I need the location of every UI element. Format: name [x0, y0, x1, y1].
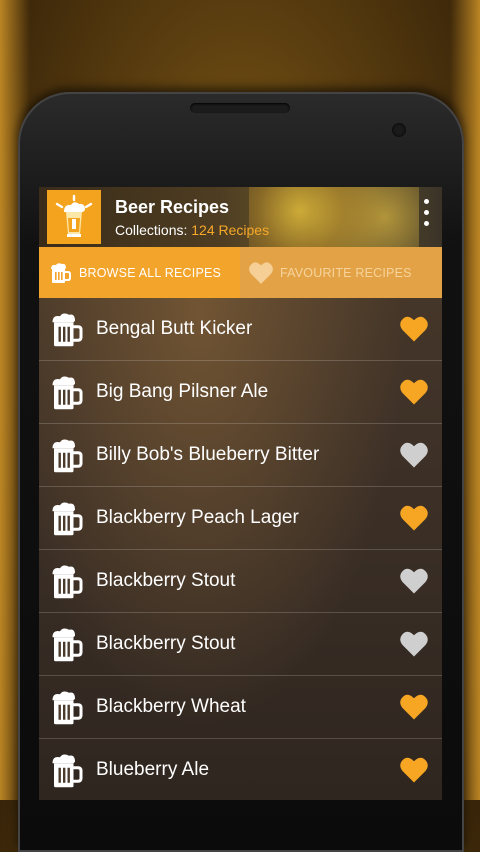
recipe-row[interactable]: Big Bang Pilsner Ale	[39, 361, 442, 424]
tab-browse-label: BROWSE ALL RECIPES	[79, 265, 222, 280]
recipe-name: Blackberry Peach Lager	[96, 507, 299, 528]
heart-outline-icon[interactable]	[396, 626, 432, 662]
beer-mug-icon	[46, 750, 86, 790]
recipe-count: 124 Recipes	[191, 222, 270, 238]
beer-mug-icon	[47, 260, 73, 286]
heart-outline-icon[interactable]	[396, 437, 432, 473]
recipe-name: Bengal Butt Kicker	[96, 318, 253, 339]
recipe-row[interactable]: Billy Bob's Blueberry Bitter	[39, 424, 442, 487]
tab-favourites[interactable]: FAVOURITE RECIPES	[240, 247, 442, 298]
recipe-name: Blackberry Stout	[96, 570, 236, 591]
recipe-list: Bengal Butt Kicker Big Bang Pilsner Ale	[39, 298, 442, 800]
app-subtitle: Collections: 124 Recipes	[115, 222, 269, 238]
beer-mug-icon	[46, 372, 86, 412]
recipe-name: Blackberry Stout	[96, 633, 236, 654]
heart-icon	[248, 260, 274, 286]
heart-filled-icon[interactable]	[396, 374, 432, 410]
recipe-row[interactable]: Blackberry Wheat	[39, 676, 442, 739]
more-vert-icon[interactable]	[421, 199, 431, 235]
app-title: Beer Recipes	[115, 197, 230, 217]
recipe-row[interactable]: Blueberry Ale	[39, 739, 442, 800]
tab-favourites-label: FAVOURITE RECIPES	[280, 265, 412, 280]
heart-filled-icon[interactable]	[396, 689, 432, 725]
phone-speaker	[190, 103, 290, 113]
beer-mug-icon	[46, 498, 86, 538]
recipe-name: Blackberry Wheat	[96, 696, 246, 717]
app-screen: Beer Recipes Collections: 124 Recipes BR…	[39, 187, 442, 800]
tab-bar: BROWSE ALL RECIPES FAVOURITE RECIPES	[39, 247, 442, 298]
heart-filled-icon[interactable]	[396, 500, 432, 536]
beer-mug-icon	[46, 624, 86, 664]
phone-camera	[392, 123, 406, 137]
beer-mug-icon	[46, 687, 86, 727]
heart-filled-icon[interactable]	[396, 311, 432, 347]
recipe-row[interactable]: Blackberry Stout	[39, 613, 442, 676]
recipe-row[interactable]: Blackberry Peach Lager	[39, 487, 442, 550]
beer-glass-icon	[47, 190, 101, 244]
beer-mug-icon	[46, 561, 86, 601]
header-background-image	[249, 187, 419, 247]
recipe-name: Blueberry Ale	[96, 759, 210, 780]
recipe-name: Big Bang Pilsner Ale	[96, 381, 269, 402]
heart-filled-icon[interactable]	[396, 752, 432, 788]
tab-browse-all[interactable]: BROWSE ALL RECIPES	[39, 247, 240, 298]
app-header: Beer Recipes Collections: 124 Recipes	[39, 187, 442, 247]
beer-mug-icon	[46, 309, 86, 349]
recipe-row[interactable]: Blackberry Stout	[39, 550, 442, 613]
collections-label: Collections:	[115, 222, 188, 238]
heart-outline-icon[interactable]	[396, 563, 432, 599]
recipe-row[interactable]: Bengal Butt Kicker	[39, 298, 442, 361]
recipe-name: Billy Bob's Blueberry Bitter	[96, 444, 320, 465]
beer-mug-icon	[46, 435, 86, 475]
